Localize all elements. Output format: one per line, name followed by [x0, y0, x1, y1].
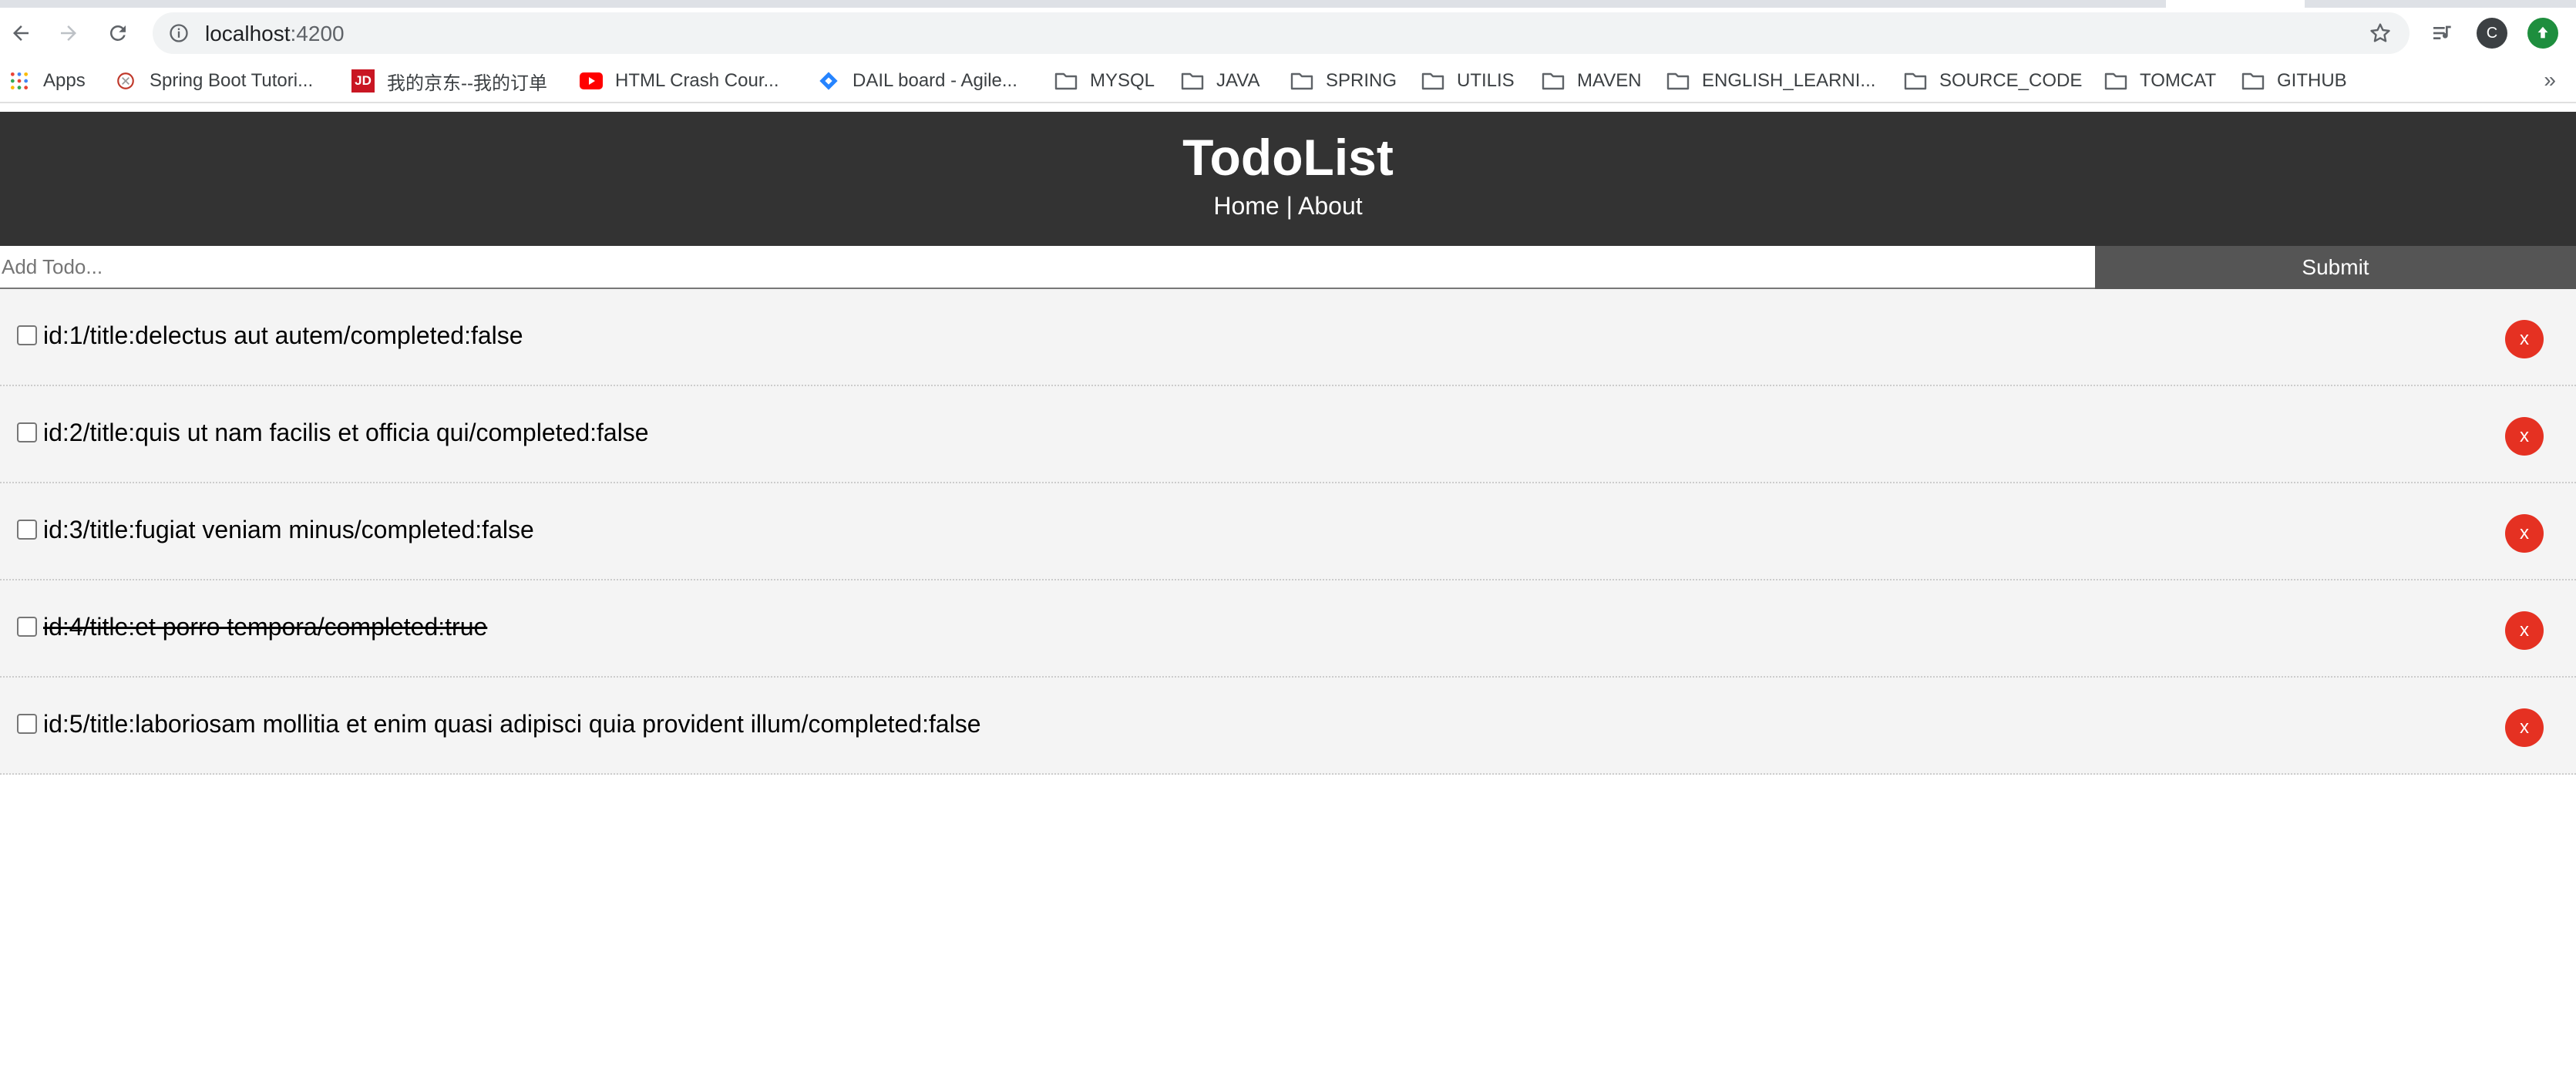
bookmark-folder-spring[interactable]: SPRING	[1290, 66, 1397, 96]
bookmark-folder-java[interactable]: JAVA	[1181, 66, 1259, 96]
browser-toolbar: localhost:4200 C	[0, 8, 2576, 60]
delete-todo-button[interactable]: x	[2505, 611, 2544, 650]
jira-diamond-icon	[817, 69, 840, 93]
bookmark-label: GITHUB	[2277, 70, 2347, 91]
site-info-icon[interactable]	[168, 22, 190, 44]
todo-item: id:4/title:et porro tempora/completed:tr…	[0, 580, 2576, 678]
todo-checkbox[interactable]	[17, 520, 37, 540]
bookmark-apps[interactable]: Apps	[8, 66, 86, 96]
reload-button[interactable]	[100, 15, 136, 51]
active-tab-edge[interactable]	[2166, 0, 2305, 8]
arrow-right-icon	[61, 25, 76, 41]
bookmark-folder-utilis[interactable]: UTILIS	[1421, 66, 1515, 96]
nav-about-link[interactable]: About	[1298, 192, 1363, 220]
site-favicon-icon	[114, 69, 137, 93]
bookmark-star-icon[interactable]	[2368, 21, 2393, 45]
playlist-icon	[2433, 25, 2451, 39]
folder-icon	[2241, 69, 2265, 93]
bookmark-label: SPRING	[1326, 70, 1397, 91]
extension-button[interactable]	[2525, 15, 2561, 51]
profile-button[interactable]: C	[2474, 15, 2510, 51]
bookmark-label: JAVA	[1216, 70, 1260, 91]
todo-text: id:2/title:quis ut nam facilis et offici…	[43, 419, 649, 446]
todo-text: id:3/title:fugiat veniam minus/completed…	[43, 516, 534, 543]
url-host: localhost	[205, 22, 291, 45]
todo-checkbox[interactable]	[17, 422, 37, 442]
header-nav: Home | About	[0, 190, 2576, 221]
youtube-icon	[580, 69, 603, 93]
folder-icon	[1421, 69, 1444, 93]
bookmark-label: Apps	[43, 70, 86, 91]
todo-item: id:2/title:quis ut nam facilis et offici…	[0, 386, 2576, 483]
app-header: TodoList Home | About	[0, 112, 2576, 246]
todo-text: id:5/title:laboriosam mollitia et enim q…	[43, 710, 981, 738]
bookmark-label: 我的京东--我的订单	[387, 72, 547, 94]
arrow-left-icon	[13, 25, 29, 41]
folder-icon	[1290, 69, 1313, 93]
folder-icon	[1181, 69, 1204, 93]
jd-logo-text: JD	[351, 69, 375, 93]
apps-grid-icon	[8, 69, 31, 93]
bookmarks-bar: Apps Spring Boot Tutori... JD 我的京东--我的订单…	[0, 60, 2576, 103]
todo-item: id:3/title:fugiat veniam minus/completed…	[0, 483, 2576, 580]
bookmark-label: MYSQL	[1090, 70, 1155, 91]
nav-home-link[interactable]: Home	[1213, 192, 1279, 220]
bookmark-folder-maven[interactable]: MAVEN	[1542, 66, 1642, 96]
bookmark-label: UTILIS	[1457, 70, 1515, 91]
todo-item: id:5/title:laboriosam mollitia et enim q…	[0, 678, 2576, 775]
delete-todo-button[interactable]: x	[2505, 708, 2544, 747]
todo-checkbox[interactable]	[17, 325, 37, 345]
tab-strip	[0, 0, 2576, 8]
todo-checkbox[interactable]	[17, 617, 37, 637]
bookmark-folder-english[interactable]: ENGLISH_LEARNI...	[1666, 66, 1875, 96]
folder-icon	[1054, 69, 1078, 93]
nav-separator: |	[1279, 192, 1299, 220]
folder-icon	[1542, 69, 1565, 93]
todo-text: id:1/title:delectus aut autem/completed:…	[43, 321, 523, 349]
delete-todo-button[interactable]: x	[2505, 514, 2544, 553]
address-bar[interactable]: localhost:4200	[153, 12, 2410, 54]
bookmark-dail-board[interactable]: DAIL board - Agile...	[817, 66, 1017, 96]
bookmark-label: DAIL board - Agile...	[853, 70, 1017, 91]
back-button[interactable]	[3, 15, 39, 51]
bookmark-label: HTML Crash Cour...	[615, 70, 779, 91]
url-text[interactable]: localhost:4200	[205, 22, 345, 46]
media-control-button[interactable]	[2425, 15, 2460, 51]
folder-icon	[1904, 69, 1927, 93]
delete-todo-button[interactable]: x	[2505, 417, 2544, 456]
page-title: TodoList	[1182, 129, 1394, 186]
bookmark-label: ENGLISH_LEARNI...	[1702, 70, 1876, 91]
bookmark-label: MAVEN	[1577, 70, 1642, 91]
bookmark-label: TOMCAT	[2140, 70, 2217, 91]
bookmark-html-crash[interactable]: HTML Crash Cour...	[580, 66, 779, 96]
add-todo-form: Submit	[0, 246, 2576, 289]
todo-checkbox[interactable]	[17, 714, 37, 734]
submit-button[interactable]: Submit	[2095, 246, 2576, 289]
reload-icon	[109, 25, 126, 41]
todo-list: id:1/title:delectus aut autem/completed:…	[0, 289, 2576, 775]
bookmark-jd-orders[interactable]: JD 我的京东--我的订单	[351, 66, 547, 96]
bookmark-folder-github[interactable]: GITHUB	[2241, 66, 2347, 96]
url-port: :4200	[290, 22, 345, 45]
extension-icon	[2527, 18, 2558, 49]
folder-icon	[1666, 69, 1690, 93]
bookmark-folder-tomcat[interactable]: TOMCAT	[2104, 66, 2216, 96]
bookmark-spring-boot[interactable]: Spring Boot Tutori...	[114, 66, 313, 96]
bookmark-label: SOURCE_CODE	[1939, 70, 2083, 91]
todo-item: id:1/title:delectus aut autem/completed:…	[0, 289, 2576, 386]
todo-text: id:4/title:et porro tempora/completed:tr…	[43, 613, 488, 641]
bookmark-folder-mysql[interactable]: MYSQL	[1054, 66, 1155, 96]
delete-todo-button[interactable]: x	[2505, 320, 2544, 358]
bookmark-label: Spring Boot Tutori...	[150, 70, 314, 91]
jd-logo-icon: JD	[351, 69, 375, 93]
bookmark-folder-source-code[interactable]: SOURCE_CODE	[1904, 66, 2082, 96]
bookmarks-overflow-button[interactable]: »	[2544, 68, 2556, 93]
folder-icon	[2104, 69, 2127, 93]
avatar: C	[2477, 18, 2507, 49]
add-todo-input[interactable]	[0, 246, 2095, 289]
forward-button[interactable]	[51, 15, 86, 51]
